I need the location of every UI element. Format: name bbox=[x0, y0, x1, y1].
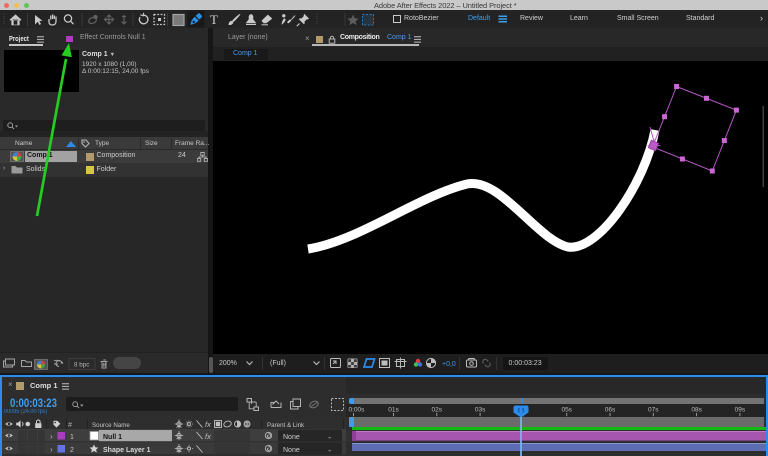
svg-text:Source Name: Source Name bbox=[92, 422, 130, 429]
svg-text:fx: fx bbox=[205, 432, 211, 441]
svg-text:8 bpc: 8 bpc bbox=[74, 362, 89, 369]
svg-text:›: › bbox=[50, 445, 53, 454]
svg-text:01s: 01s bbox=[388, 407, 399, 414]
svg-text:fx: fx bbox=[205, 420, 211, 429]
svg-text:08s: 08s bbox=[691, 407, 702, 414]
svg-text:›: › bbox=[50, 432, 53, 441]
svg-text:05s: 05s bbox=[561, 407, 572, 414]
svg-text:06s: 06s bbox=[605, 407, 616, 414]
svg-text:T: T bbox=[210, 12, 218, 27]
svg-text:#: # bbox=[68, 422, 72, 429]
svg-text:Parent & Link: Parent & Link bbox=[267, 422, 305, 429]
svg-text:Null 1: Null 1 bbox=[103, 434, 122, 441]
svg-text:1: 1 bbox=[70, 434, 74, 441]
svg-text:+0,0: +0,0 bbox=[442, 361, 456, 368]
svg-text:Shape Layer 1: Shape Layer 1 bbox=[103, 447, 151, 454]
svg-text:2: 2 bbox=[70, 447, 74, 454]
svg-text:02s: 02s bbox=[432, 407, 443, 414]
svg-text:None: None bbox=[283, 447, 300, 454]
svg-text:None: None bbox=[283, 434, 300, 441]
svg-text:09s: 09s bbox=[735, 407, 746, 414]
svg-text:0:00s: 0:00s bbox=[349, 407, 366, 414]
svg-text:07s: 07s bbox=[648, 407, 659, 414]
svg-text:⌄: ⌄ bbox=[327, 433, 332, 440]
svg-text:03s: 03s bbox=[475, 407, 486, 414]
svg-text:⌄: ⌄ bbox=[327, 446, 332, 453]
